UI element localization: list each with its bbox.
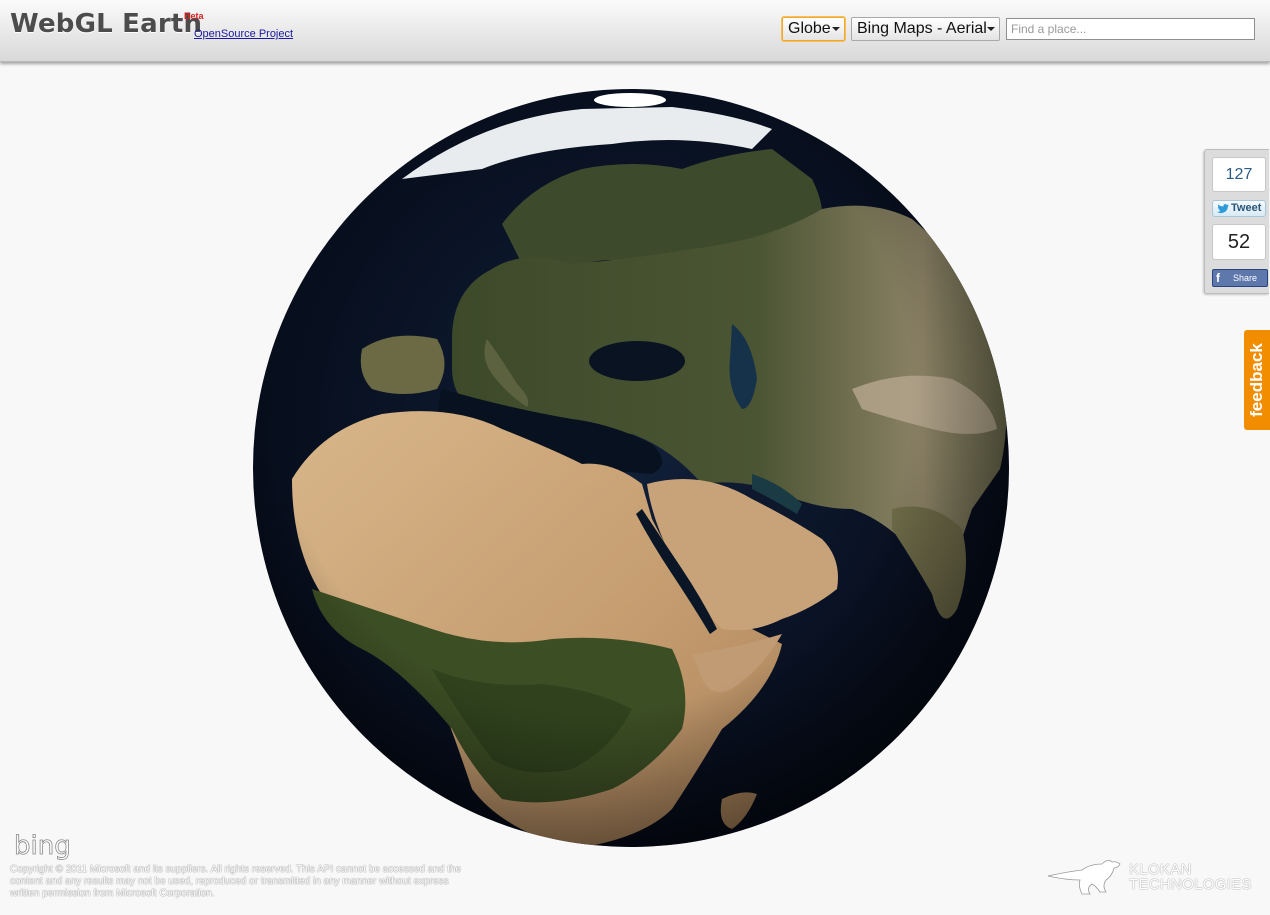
tweet-count: 127 [1212, 157, 1266, 192]
social-share-panel: 127 Tweet 52 f Share [1204, 149, 1269, 294]
kangaroo-logo-icon [1047, 860, 1121, 895]
feedback-tab[interactable]: feedback [1244, 330, 1270, 430]
opensource-project-link[interactable]: OpenSource Project [194, 28, 293, 40]
tweet-label: Tweet [1231, 202, 1262, 214]
bing-logo-icon: bing [14, 831, 72, 860]
company-line-1: KLOKAN [1129, 861, 1192, 878]
twitter-bird-icon [1217, 204, 1229, 214]
beta-badge: Beta [184, 11, 204, 21]
app-title: WebGL Earth [10, 9, 203, 39]
facebook-share-button[interactable]: f Share [1212, 269, 1268, 287]
earth-globe[interactable] [252, 89, 1010, 849]
company-name: KLOKAN TECHNOLOGIES [1129, 862, 1252, 892]
map-layer-value: Bing Maps - Aerial [857, 20, 987, 37]
map-layer-select[interactable]: Bing Maps - Aerial [851, 17, 1000, 41]
view-mode-value: Globe [788, 20, 831, 37]
share-count: 52 [1212, 224, 1266, 260]
dropdown-arrow-icon [987, 27, 995, 31]
place-search-input[interactable] [1006, 18, 1255, 40]
view-mode-select[interactable]: Globe [782, 17, 845, 41]
tweet-button[interactable]: Tweet [1212, 200, 1266, 217]
top-bar: WebGL Earth Beta OpenSource Project Glob… [0, 0, 1270, 62]
dropdown-arrow-icon [832, 27, 840, 31]
map-copyright: Copyright © 2011 Microsoft and its suppl… [10, 864, 462, 899]
bing-logo-text: bing [14, 831, 71, 860]
share-label: Share [1233, 273, 1258, 283]
facebook-icon: f [1216, 271, 1220, 285]
company-line-2: TECHNOLOGIES [1129, 876, 1252, 893]
globe-canvas[interactable] [0, 62, 1270, 915]
feedback-label: feedback [1247, 343, 1266, 417]
